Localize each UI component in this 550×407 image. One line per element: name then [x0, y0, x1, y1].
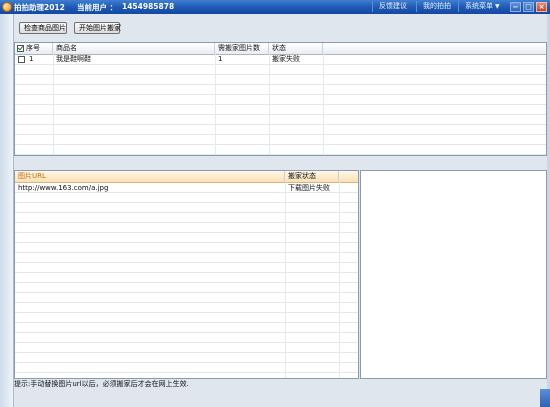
- select-all-checkbox[interactable]: [17, 45, 24, 52]
- grid-row-line: [15, 362, 358, 363]
- grid-row-line: [15, 242, 358, 243]
- check-images-button[interactable]: 检查商品图片: [19, 22, 67, 34]
- grid-row-line: [15, 144, 546, 145]
- header-count: 需搬家图片数: [215, 43, 269, 54]
- row-name: 我是鞋啊鞋: [56, 55, 91, 63]
- grid-row-line: [15, 134, 546, 135]
- grid-row-line: [15, 312, 358, 313]
- system-menu-link[interactable]: 系统菜单 ▼: [458, 1, 506, 12]
- grid-row-line: [15, 342, 358, 343]
- grid-column-line: [339, 182, 340, 378]
- header-url: 图片URL: [15, 171, 285, 182]
- grid-row-line: [15, 154, 546, 155]
- grid-row-line: [15, 124, 546, 125]
- header-name: 商品名: [53, 43, 215, 54]
- grid-row-line: [15, 262, 358, 263]
- grid-column-line: [323, 54, 324, 155]
- grid-row-line: [15, 332, 358, 333]
- image-table-header: 图片URL 搬家状态: [15, 171, 358, 183]
- grid-column-line: [215, 54, 216, 155]
- grid-row-line: [15, 252, 358, 253]
- product-table: 序号 商品名 需搬家图片数 状态 1 我是鞋啊鞋 1 搬家失败: [14, 42, 547, 156]
- close-button[interactable]: ×: [536, 2, 547, 12]
- minimize-button[interactable]: −: [510, 2, 521, 12]
- app-logo-icon: [2, 2, 12, 12]
- grid-row-line: [15, 222, 358, 223]
- grid-row-line: [15, 94, 546, 95]
- grid-row-line: [15, 302, 358, 303]
- grid-row-line: [15, 114, 546, 115]
- system-menu-label: 系统菜单: [465, 2, 493, 10]
- title-bar: 拍拍助理2012 当前用户 ： 1454985878 反馈建议 我的拍拍 系统菜…: [0, 0, 550, 14]
- chevron-down-icon: ▼: [495, 3, 500, 10]
- grid-row-line: [15, 292, 358, 293]
- grid-row-line: [15, 202, 358, 203]
- row-move-status: 下载图片失败: [288, 184, 330, 192]
- grid-row-line: [15, 232, 358, 233]
- row-index: 1: [29, 55, 34, 63]
- row-checkbox[interactable]: [18, 56, 25, 63]
- header-status: 状态: [269, 43, 323, 54]
- row-status: 搬家失败: [272, 55, 300, 63]
- row-count: 1: [218, 55, 223, 63]
- header-index-label: 序号: [26, 44, 40, 52]
- grid-row-line: [15, 74, 546, 75]
- grid-row-line: [15, 272, 358, 273]
- grid-column-line: [285, 182, 286, 378]
- resize-grip[interactable]: [540, 389, 550, 407]
- current-user-id: 1454985878: [122, 2, 175, 11]
- app-title: 拍拍助理2012: [14, 3, 65, 12]
- grid-row-line: [15, 84, 546, 85]
- grid-row-line: [15, 64, 546, 65]
- grid-row-line: [15, 372, 358, 373]
- grid-row-line: [15, 212, 358, 213]
- grid-row-line: [15, 282, 358, 283]
- preview-panel: [360, 170, 547, 379]
- grid-column-line: [53, 54, 54, 155]
- grid-column-line: [269, 54, 270, 155]
- grid-row-line: [15, 322, 358, 323]
- my-paipai-link[interactable]: 我的拍拍: [416, 1, 457, 12]
- hint-text: 提示:手动替换图片url以后，必须搬家后才会在网上生效.: [14, 380, 189, 388]
- feedback-link[interactable]: 反馈建议: [372, 1, 413, 12]
- header-move-status: 搬家状态: [285, 171, 339, 182]
- image-url-table: 图片URL 搬家状态 http://www.163.com/a.jpg 下载图片…: [14, 170, 359, 379]
- left-frame: [0, 14, 14, 407]
- maximize-button[interactable]: □: [523, 2, 534, 12]
- header-index: 序号: [15, 43, 53, 54]
- grid-row-line: [15, 352, 358, 353]
- current-user-label: 当前用户 ：: [77, 3, 118, 12]
- grid-row-line: [15, 104, 546, 105]
- row-url[interactable]: http://www.163.com/a.jpg: [15, 183, 108, 193]
- start-move-button[interactable]: 开始图片搬家: [74, 22, 121, 34]
